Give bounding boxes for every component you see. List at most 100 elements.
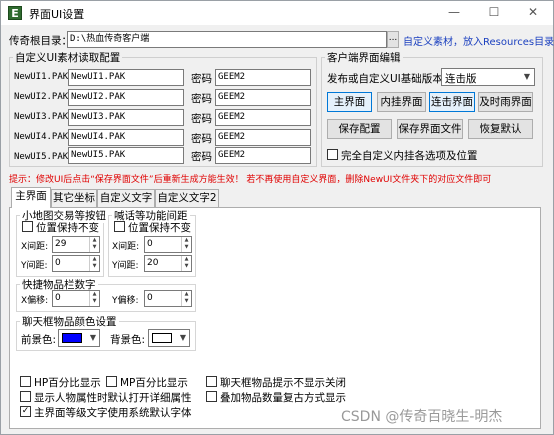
shout-y-label: Y间距: [112, 261, 139, 271]
show-attr-checkbox[interactable] [20, 391, 31, 402]
hint-text: 提示：修改UI后点击“保存界面文件”后重新生成方能生效！ 若不再使用自定义界面，… [9, 175, 492, 185]
chevron-down-icon: ▼ [89, 333, 97, 342]
shout-x-spinner[interactable]: 0 ▲ ▼ [144, 236, 192, 253]
pak-password-input[interactable]: GEEM2 [215, 69, 311, 86]
background-color-select[interactable]: ▼ [148, 329, 190, 347]
version-select[interactable]: 连击版 ▼ [441, 68, 535, 86]
password-label: 密码 [191, 113, 212, 125]
version-label: 发布或自定义UI基础版本： [327, 73, 454, 85]
minimap-x-spinner[interactable]: 29 ▲ ▼ [52, 236, 100, 253]
title-bar: E 界面UI设置 — ☐ ✕ [1, 1, 553, 25]
spinner-arrows-icon[interactable]: ▲ ▼ [181, 291, 191, 306]
combo-ui-button[interactable]: 连击界面 [429, 92, 475, 112]
spinner-arrows-icon[interactable]: ▲ ▼ [89, 256, 99, 271]
version-select-value: 连击版 [445, 73, 477, 85]
pak-label: NewUI2.PAK [14, 92, 69, 102]
minimap-y-spinner[interactable]: 0 ▲ ▼ [52, 255, 100, 272]
browse-button[interactable]: ... [387, 31, 399, 48]
minimize-button[interactable]: — [434, 1, 474, 23]
full-custom-label: 完全自定义内挂各选项及位置 [341, 150, 478, 162]
app-icon: E [8, 6, 22, 20]
inner-ui-button[interactable]: 内挂界面 [377, 92, 426, 112]
foreground-swatch [62, 333, 82, 343]
minimap-y-label: Y间距: [21, 261, 48, 271]
chat-color-group-title: 聊天框物品颜色设置 [20, 314, 119, 329]
save-ui-file-button[interactable]: 保存界面文件 [397, 119, 463, 139]
window-title: 界面UI设置 [29, 8, 85, 21]
pak-label: NewUI1.PAK [14, 72, 69, 82]
minimap-keep-checkbox[interactable] [22, 221, 33, 232]
tab-custom-text[interactable]: 自定义文字 [97, 189, 155, 207]
quickbar-y-value: 0 [147, 293, 153, 303]
restore-default-button[interactable]: 恢复默认 [468, 119, 533, 139]
password-label: 密码 [191, 73, 212, 85]
tab-panel: 小地图交易等按钮 位置保持不变 X间距: 29 ▲ ▼ Y间距: 0 ▲ ▼ 喊话等功能… [9, 207, 541, 429]
pak-file-input[interactable]: NewUI4.PAK [68, 129, 184, 146]
pak-file-input[interactable]: NewUI1.PAK [68, 69, 184, 86]
shout-x-label: X间距: [112, 242, 140, 252]
shout-y-spinner[interactable]: 20 ▲ ▼ [144, 255, 192, 272]
chat-hint-checkbox[interactable] [206, 376, 217, 387]
ontime-ui-button[interactable]: 及时雨界面 [478, 92, 533, 112]
foreground-color-label: 前景色: [21, 334, 57, 346]
client-edit-group-title: 客户端界面编辑 [325, 50, 403, 65]
background-swatch [152, 333, 172, 343]
password-label: 密码 [191, 151, 212, 163]
tab-custom-text-2[interactable]: 自定义文字2 [155, 189, 219, 207]
minimap-x-value: 29 [55, 239, 67, 249]
quickbar-x-label: X偏移: [21, 296, 49, 306]
maximize-button[interactable]: ☐ [474, 1, 514, 23]
close-button[interactable]: ✕ [513, 1, 553, 23]
quickbar-y-spinner[interactable]: 0 ▲ ▼ [144, 290, 192, 307]
stack-retro-label: 叠加物品数量复古方式显示 [220, 392, 346, 404]
background-color-label: 背景色: [110, 334, 146, 346]
pak-file-input[interactable]: NewUI3.PAK [68, 109, 184, 126]
save-config-button[interactable]: 保存配置 [327, 119, 392, 139]
root-dir-label: 传奇根目录： [9, 35, 72, 47]
full-custom-checkbox[interactable] [327, 149, 338, 160]
pak-password-input[interactable]: GEEM2 [215, 147, 311, 164]
mp-percent-checkbox[interactable] [106, 376, 117, 387]
stack-retro-checkbox[interactable] [206, 391, 217, 402]
root-dir-input[interactable]: D:\热血传奇客户端 [67, 31, 387, 48]
minimap-x-label: X间距: [21, 242, 49, 252]
ui-pak-group-title: 自定义UI素材读取配置 [13, 50, 123, 65]
watermark: CSDN @传奇百晓生-明杰 [341, 409, 503, 425]
shout-y-value: 20 [147, 258, 159, 268]
pak-label: NewUI5.PAK [14, 152, 69, 162]
pak-password-input[interactable]: GEEM2 [215, 109, 311, 126]
show-attr-label: 显示人物属性时默认打开详细属性 [34, 392, 192, 404]
shout-keep-checkbox[interactable] [114, 221, 125, 232]
pak-label: NewUI4.PAK [14, 132, 69, 142]
pak-password-input[interactable]: GEEM2 [215, 129, 311, 146]
pak-password-input[interactable]: GEEM2 [215, 89, 311, 106]
shout-x-value: 0 [147, 239, 153, 249]
spinner-arrows-icon[interactable]: ▲ ▼ [181, 237, 191, 252]
foreground-color-select[interactable]: ▼ [58, 329, 100, 347]
main-window: E 界面UI设置 — ☐ ✕ 传奇根目录： D:\热血传奇客户端 ... 自定义… [0, 0, 554, 435]
hp-percent-checkbox[interactable] [20, 376, 31, 387]
shout-keep-label: 位置保持不变 [128, 222, 191, 234]
tab-main[interactable]: 主界面 [11, 187, 51, 208]
resources-link[interactable]: 自定义素材，放入Resources目录 [403, 33, 554, 48]
password-label: 密码 [191, 93, 212, 105]
mp-percent-label: MP百分比显示 [120, 377, 188, 389]
quickbar-x-value: 0 [55, 293, 61, 303]
quickbar-y-label: Y偏移: [112, 296, 139, 306]
main-ui-button[interactable]: 主界面 [327, 92, 372, 112]
system-font-label: 主界面等级文字使用系统默认字体 [34, 407, 192, 419]
pak-file-input[interactable]: NewUI2.PAK [68, 89, 184, 106]
system-font-checkbox[interactable]: ✓ [20, 406, 31, 417]
spinner-arrows-icon[interactable]: ▲ ▼ [89, 291, 99, 306]
minimap-keep-label: 位置保持不变 [36, 222, 99, 234]
spinner-arrows-icon[interactable]: ▲ ▼ [181, 256, 191, 271]
chat-hint-label: 聊天框物品提示不显示关闭 [220, 377, 346, 389]
minimap-y-value: 0 [55, 258, 61, 268]
password-label: 密码 [191, 133, 212, 145]
tab-other-coords[interactable]: 其它坐标 [51, 189, 97, 207]
hp-percent-label: HP百分比显示 [34, 377, 101, 389]
quickbar-x-spinner[interactable]: 0 ▲ ▼ [52, 290, 100, 307]
pak-file-input[interactable]: NewUI5.PAK [68, 147, 184, 164]
spinner-arrows-icon[interactable]: ▲ ▼ [89, 237, 99, 252]
chevron-down-icon: ▼ [179, 333, 187, 342]
